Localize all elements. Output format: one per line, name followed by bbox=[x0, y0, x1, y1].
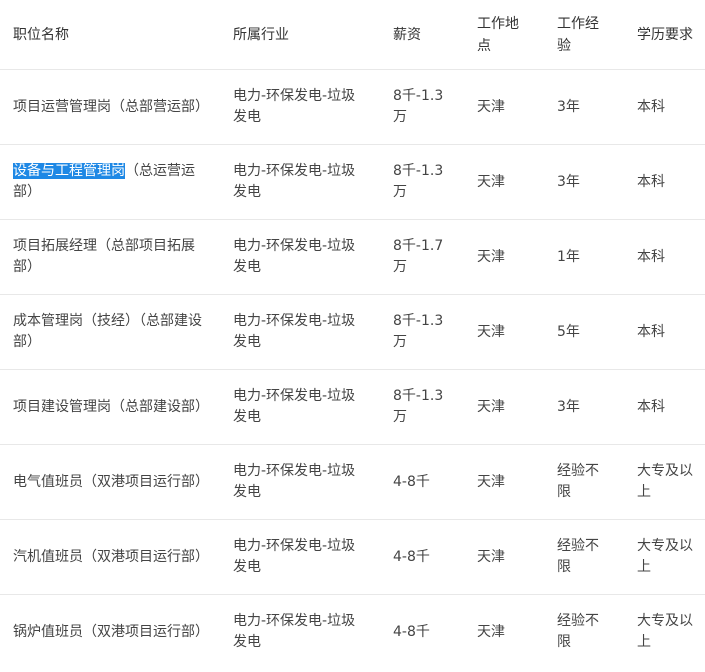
industry-cell: 电力-环保发电-垃圾发电 bbox=[220, 144, 380, 220]
industry-cell: 电力-环保发电-垃圾发电 bbox=[220, 369, 380, 445]
table-row[interactable]: 电气值班员（双港项目运行部） 电力-环保发电-垃圾发电 4-8千 天津 经验不限… bbox=[0, 444, 705, 520]
industry-cell: 电力-环保发电-垃圾发电 bbox=[220, 69, 380, 145]
location-cell: 天津 bbox=[464, 519, 544, 595]
salary-cell: 4-8千 bbox=[380, 519, 464, 595]
table-row[interactable]: 汽机值班员（双港项目运行部） 电力-环保发电-垃圾发电 4-8千 天津 经验不限… bbox=[0, 519, 705, 595]
job-title-cell[interactable]: 汽机值班员（双港项目运行部） bbox=[0, 519, 220, 595]
header-salary[interactable]: 薪资 bbox=[380, 0, 464, 70]
table-row[interactable]: 成本管理岗（技经）（总部建设部） 电力-环保发电-垃圾发电 8千-1.3万 天津… bbox=[0, 294, 705, 370]
location-cell: 天津 bbox=[464, 294, 544, 370]
job-title-cell[interactable]: 设备与工程管理岗（总运营运部） bbox=[0, 144, 220, 220]
salary-cell: 8千-1.3万 bbox=[380, 369, 464, 445]
location-cell: 天津 bbox=[464, 444, 544, 520]
job-title-cell[interactable]: 锅炉值班员（双港项目运行部） bbox=[0, 595, 220, 670]
education-cell: 本科 bbox=[624, 294, 705, 370]
table-row[interactable]: 设备与工程管理岗（总运营运部） 电力-环保发电-垃圾发电 8千-1.3万 天津 … bbox=[0, 144, 705, 220]
salary-cell: 8千-1.3万 bbox=[380, 144, 464, 220]
education-cell: 大专及以上 bbox=[624, 444, 705, 520]
experience-cell: 经验不限 bbox=[544, 444, 624, 520]
education-cell: 本科 bbox=[624, 144, 705, 220]
job-title-cell[interactable]: 项目拓展经理（总部项目拓展部） bbox=[0, 219, 220, 295]
experience-cell: 3年 bbox=[544, 69, 624, 145]
experience-cell: 1年 bbox=[544, 219, 624, 295]
education-cell: 本科 bbox=[624, 219, 705, 295]
header-education[interactable]: 学历要求 bbox=[624, 0, 705, 70]
header-job-title[interactable]: 职位名称 bbox=[0, 0, 220, 70]
salary-cell: 8千-1.3万 bbox=[380, 69, 464, 145]
location-cell: 天津 bbox=[477, 623, 505, 640]
experience-cell: 经验不限 bbox=[557, 613, 599, 650]
experience-cell: 经验不限 bbox=[544, 519, 624, 595]
location-cell: 天津 bbox=[464, 369, 544, 445]
job-title-cell[interactable]: 电气值班员（双港项目运行部） bbox=[0, 444, 220, 520]
education-cell: 大专及以上 bbox=[637, 613, 693, 650]
table-row[interactable]: 锅炉值班员（双港项目运行部） 电力-环保发电-垃圾发电 4-8千 天津 经验不限… bbox=[0, 595, 705, 670]
job-title-cell[interactable]: 项目运营管理岗（总部营运部） bbox=[0, 69, 220, 145]
experience-cell: 3年 bbox=[544, 369, 624, 445]
table-row[interactable]: 项目建设管理岗（总部建设部） 电力-环保发电-垃圾发电 8千-1.3万 天津 3… bbox=[0, 369, 705, 445]
industry-cell: 电力-环保发电-垃圾发电 bbox=[233, 613, 356, 650]
experience-cell: 3年 bbox=[544, 144, 624, 220]
table-header-row: 职位名称 所属行业 薪资 工作地点 工作经验 学历要求 bbox=[0, 0, 705, 70]
selected-text[interactable]: 设备与工程管理岗 bbox=[13, 163, 125, 179]
salary-cell: 4-8千 bbox=[380, 444, 464, 520]
job-title-cell[interactable]: 成本管理岗（技经）（总部建设部） bbox=[0, 294, 220, 370]
job-title-cell[interactable]: 项目建设管理岗（总部建设部） bbox=[0, 369, 220, 445]
salary-cell: 4-8千 bbox=[393, 623, 430, 640]
experience-cell: 5年 bbox=[544, 294, 624, 370]
location-cell: 天津 bbox=[464, 69, 544, 145]
table-row[interactable]: 项目拓展经理（总部项目拓展部） 电力-环保发电-垃圾发电 8千-1.7万 天津 … bbox=[0, 219, 705, 295]
header-experience[interactable]: 工作经验 bbox=[544, 0, 624, 70]
location-cell: 天津 bbox=[464, 144, 544, 220]
industry-cell: 电力-环保发电-垃圾发电 bbox=[220, 219, 380, 295]
education-cell: 本科 bbox=[624, 69, 705, 145]
education-cell: 大专及以上 bbox=[624, 519, 705, 595]
salary-cell: 8千-1.3万 bbox=[380, 294, 464, 370]
education-cell: 本科 bbox=[624, 369, 705, 445]
job-table: 职位名称 所属行业 薪资 工作地点 工作经验 学历要求 项目运营管理岗（总部营运… bbox=[0, 0, 705, 669]
header-industry[interactable]: 所属行业 bbox=[220, 0, 380, 70]
industry-cell: 电力-环保发电-垃圾发电 bbox=[220, 444, 380, 520]
industry-cell: 电力-环保发电-垃圾发电 bbox=[220, 294, 380, 370]
salary-cell: 8千-1.7万 bbox=[380, 219, 464, 295]
location-cell: 天津 bbox=[464, 219, 544, 295]
table-row[interactable]: 项目运营管理岗（总部营运部） 电力-环保发电-垃圾发电 8千-1.3万 天津 3… bbox=[0, 69, 705, 145]
header-location[interactable]: 工作地点 bbox=[464, 0, 544, 70]
industry-cell: 电力-环保发电-垃圾发电 bbox=[220, 519, 380, 595]
